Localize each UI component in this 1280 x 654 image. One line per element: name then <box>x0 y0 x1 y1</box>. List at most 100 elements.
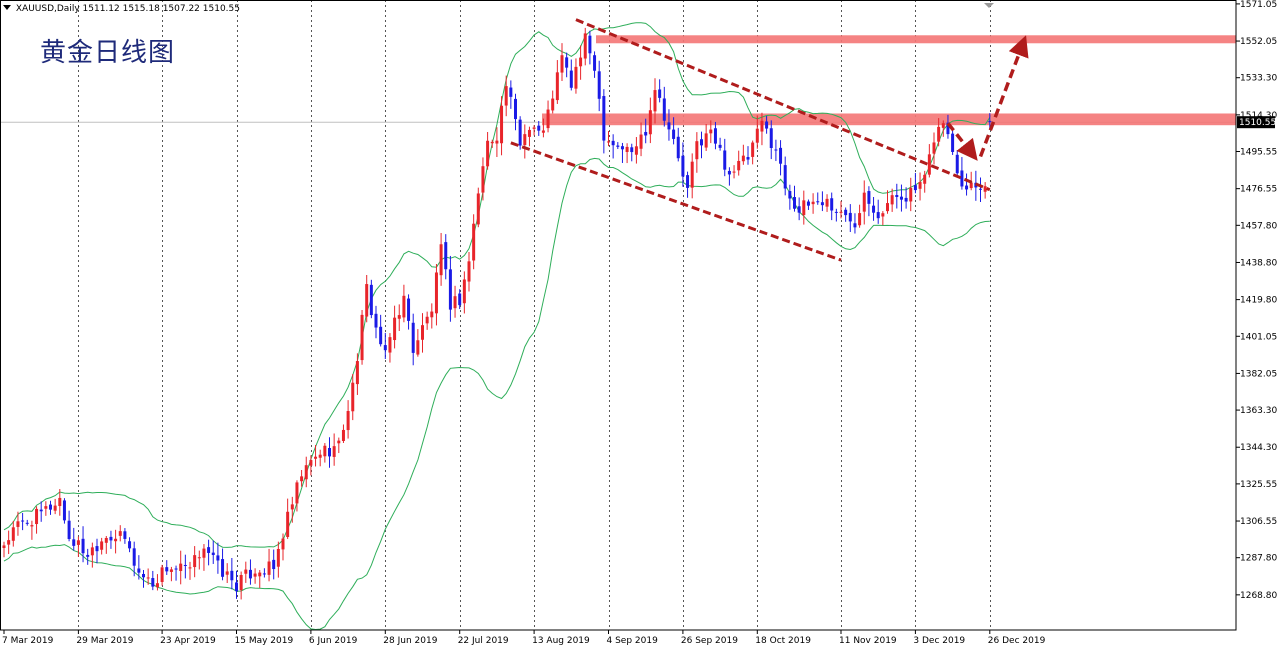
candle-body <box>588 35 592 54</box>
candle <box>797 197 801 221</box>
candle-body <box>174 568 178 570</box>
candle <box>360 309 364 365</box>
candle <box>965 173 969 196</box>
candle-body <box>802 200 806 216</box>
candle-body <box>90 547 94 556</box>
candle <box>886 190 889 214</box>
candle-body <box>579 57 583 67</box>
candle-body <box>379 326 383 345</box>
ytick-label: 1438.80 <box>1240 258 1277 268</box>
candle <box>630 143 634 162</box>
chart-area[interactable]: 1571.05 1552.05 1533.30 1514.30 1495.55 1476.… <box>0 0 1280 650</box>
candle <box>769 120 773 160</box>
candle <box>774 139 778 162</box>
candle-body <box>72 539 76 546</box>
candle-body <box>653 90 657 112</box>
candle <box>221 548 225 581</box>
candle-body <box>830 198 834 211</box>
candle <box>193 546 197 578</box>
candle-body <box>248 569 252 579</box>
candle-body <box>295 482 299 504</box>
candle-body <box>407 298 411 321</box>
candle <box>476 187 480 228</box>
ytick-label: 1533.30 <box>1240 74 1277 84</box>
xtick-label: 28 Jun 2019 <box>383 636 437 646</box>
candle <box>532 125 536 136</box>
candle-body <box>569 70 573 88</box>
candle <box>188 561 192 580</box>
candle <box>202 544 206 571</box>
candle <box>151 570 155 591</box>
candle-body <box>11 527 15 541</box>
candle-body <box>718 144 722 148</box>
candle-body <box>44 506 48 509</box>
candle-body <box>890 195 894 205</box>
candle <box>723 138 727 177</box>
grid-layer <box>0 0 1236 630</box>
candle-body <box>467 261 471 282</box>
candle-body <box>602 96 606 141</box>
candle <box>123 528 127 544</box>
candle-body <box>774 149 778 151</box>
candle-body <box>207 547 211 553</box>
candle <box>583 27 587 66</box>
candle-body <box>337 440 341 444</box>
candle-body <box>258 572 262 577</box>
candle-body <box>611 140 615 146</box>
candle-body <box>867 191 871 204</box>
candle-body <box>137 568 141 573</box>
candle-body <box>704 133 708 148</box>
ytick-label: 1268.80 <box>1240 591 1277 601</box>
ytick-label: 1476.55 <box>1240 185 1277 195</box>
candle <box>509 80 513 109</box>
candle <box>913 172 917 194</box>
candle <box>100 537 104 555</box>
candle-body <box>574 66 578 89</box>
candle <box>407 294 411 330</box>
ytick-label: 1325.55 <box>1240 480 1277 490</box>
candle-body <box>132 548 136 566</box>
candle-body <box>537 125 541 131</box>
candle <box>602 89 606 154</box>
candle-body <box>820 202 824 206</box>
candle <box>76 536 80 557</box>
candle-body <box>476 193 480 225</box>
candle-body <box>76 540 80 545</box>
candle-body <box>555 72 559 101</box>
candle-body <box>314 456 318 459</box>
candle-body <box>593 55 597 71</box>
candle-body <box>727 170 731 175</box>
xtick-label: 23 Apr 2019 <box>160 636 216 646</box>
candle-body <box>518 119 522 146</box>
candle <box>165 560 169 575</box>
candle <box>816 192 820 205</box>
scroll-marker-icon <box>984 3 994 8</box>
candle <box>732 165 736 179</box>
candle <box>248 559 252 585</box>
candle-body <box>639 134 643 149</box>
candle-body <box>21 520 25 522</box>
candle <box>453 285 457 318</box>
xtick-label: 26 Sep 2019 <box>681 636 738 646</box>
candle <box>332 433 336 466</box>
candle-body <box>909 187 913 202</box>
candle-body <box>62 500 66 521</box>
candle <box>895 183 899 209</box>
candle-body <box>402 295 406 318</box>
candle <box>53 498 57 515</box>
channel-lower-line <box>510 141 842 262</box>
candle <box>639 122 643 157</box>
candle-body <box>625 146 629 152</box>
candle-body <box>421 325 424 340</box>
candle-body <box>118 531 122 536</box>
candle-body <box>500 105 504 144</box>
candle-body <box>960 170 964 187</box>
candle-body <box>304 465 308 480</box>
candle <box>686 171 690 198</box>
candle <box>662 86 666 127</box>
candle-body <box>551 98 555 111</box>
candle <box>551 90 555 114</box>
candle-body <box>462 279 466 304</box>
axes: 1571.051552.051533.301514.301495.551476.… <box>0 0 1277 646</box>
candle-body <box>630 147 634 153</box>
